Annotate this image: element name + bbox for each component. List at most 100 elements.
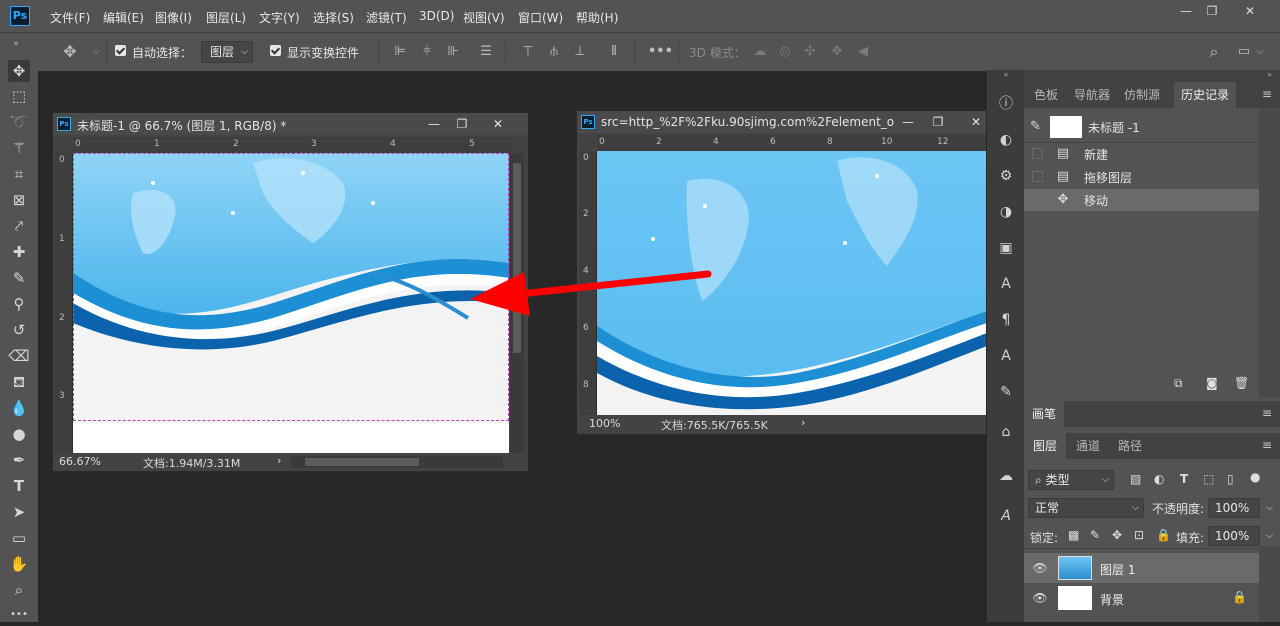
menu-help[interactable]: 帮助(H) <box>576 9 618 26</box>
history-item[interactable]: ▤ 拖移图层 <box>1024 166 1259 188</box>
menu-type[interactable]: 文字(Y) <box>259 9 300 26</box>
lock-image-icon[interactable]: ✎ <box>1090 528 1100 542</box>
magic-wand-tool-icon[interactable]: ⚚ <box>8 137 30 159</box>
paragraph-icon[interactable]: ¶ <box>996 310 1016 330</box>
move-tool-icon[interactable]: ✥ <box>62 44 78 60</box>
history-source-checkbox[interactable] <box>1032 148 1043 159</box>
3d-orbit-icon[interactable]: ☁ <box>752 44 768 60</box>
eye-icon[interactable]: 👁 <box>1032 561 1048 575</box>
more-options-icon[interactable]: ••• <box>648 44 673 60</box>
history-source-checkbox[interactable] <box>1032 194 1043 205</box>
history-item[interactable]: ▤ 新建 <box>1024 143 1259 165</box>
new-document-from-state-icon[interactable]: ⧉ <box>1174 376 1183 391</box>
chevron-down-icon[interactable]: ⌵ <box>1266 499 1273 517</box>
history-item-selected[interactable]: ✥ 移动 <box>1024 189 1259 211</box>
glyph-panel-icon[interactable]: A <box>996 506 1016 526</box>
lock-all-icon[interactable]: 🔒 <box>1156 528 1171 542</box>
zoom-level[interactable]: 100% <box>589 417 620 430</box>
eyedropper-tool-icon[interactable]: ⤤ <box>8 215 30 237</box>
search-icon[interactable]: ⌕ <box>1206 44 1222 60</box>
camera-icon[interactable]: ◙ <box>1206 376 1218 390</box>
filter-pixel-icon[interactable]: ▨ <box>1130 472 1141 486</box>
panel-menu-icon[interactable]: ≡ <box>1262 406 1272 420</box>
collapse-arrows-icon[interactable]: » <box>8 36 24 52</box>
tab-layers[interactable]: 图层 <box>1024 433 1066 459</box>
collapse-arrows-icon[interactable]: » <box>1024 70 1280 82</box>
scrollbar-thumb[interactable] <box>305 458 419 466</box>
blur-tool-icon[interactable]: 💧 <box>8 397 30 419</box>
tab-channels[interactable]: 通道 <box>1068 433 1108 459</box>
3d-pan-icon[interactable]: ✣ <box>802 44 818 60</box>
close-button[interactable]: ✕ <box>1236 4 1264 18</box>
layer-name[interactable]: 图层 1 <box>1100 561 1135 578</box>
lock-position-icon[interactable]: ✥ <box>1112 528 1122 542</box>
distribute-icon[interactable]: ☰ <box>478 44 494 60</box>
document-window-1[interactable]: Ps 未标题-1 @ 66.7% (图层 1, RGB/8) * — ❐ ✕ 0… <box>52 112 529 472</box>
opacity-input[interactable]: 100% ⌵ <box>1208 498 1273 518</box>
history-scrollbar[interactable] <box>1259 108 1280 398</box>
lasso-tool-icon[interactable]: ➰ <box>8 111 30 133</box>
brush-tool-icon[interactable]: ✎ <box>8 267 30 289</box>
type-tool-icon[interactable]: T <box>8 475 30 497</box>
blend-mode-dropdown[interactable]: 正常 ⌵ <box>1028 498 1144 518</box>
tab-navigator[interactable]: 导航器 <box>1068 82 1116 108</box>
marquee-tool-icon[interactable]: ⬚ <box>8 85 30 107</box>
menu-layer[interactable]: 图层(L) <box>206 9 246 26</box>
chevron-down-icon[interactable]: ⌵ <box>88 44 104 60</box>
align-right-icon[interactable]: ⊪ <box>445 44 461 60</box>
workspace-icon[interactable]: ▭ <box>1236 44 1252 60</box>
lock-transparent-icon[interactable]: ▩ <box>1068 528 1079 542</box>
tab-clone-source[interactable]: 仿制源 <box>1118 82 1166 108</box>
chevron-right-icon[interactable]: › <box>277 454 281 467</box>
pen-tool-icon[interactable]: ✒ <box>8 449 30 471</box>
chevron-right-icon[interactable]: › <box>801 416 805 429</box>
minimize-button[interactable]: — <box>899 113 917 131</box>
auto-select-checkbox[interactable] <box>115 45 126 56</box>
character-icon[interactable]: A <box>996 274 1016 294</box>
menu-window[interactable]: 窗口(W) <box>518 9 563 26</box>
document-title-bar[interactable]: Ps 未标题-1 @ 66.7% (图层 1, RGB/8) * — ❐ ✕ <box>53 113 528 135</box>
align-top-icon[interactable]: ⊤ <box>520 44 536 60</box>
auto-select-dropdown[interactable]: 图层 ⌵ <box>201 41 253 63</box>
trash-icon[interactable]: 🗑 <box>1234 376 1249 390</box>
color-icon[interactable]: ◐ <box>996 130 1016 150</box>
filter-type-icon[interactable]: T <box>1180 472 1188 486</box>
restore-button[interactable]: ❐ <box>929 113 947 131</box>
align-left-icon[interactable]: ⊫ <box>392 44 408 60</box>
filter-adjustment-icon[interactable]: ◐ <box>1154 472 1164 486</box>
properties-icon[interactable]: ⚙ <box>996 166 1016 186</box>
eraser-tool-icon[interactable]: ⌫ <box>8 345 30 367</box>
healing-brush-tool-icon[interactable]: ✚ <box>8 241 30 263</box>
close-button[interactable]: ✕ <box>489 115 507 133</box>
history-brush-source-icon[interactable]: ✎ <box>1030 119 1041 134</box>
info-icon[interactable]: ⓘ <box>996 94 1016 114</box>
move-tool-icon[interactable]: ✥ <box>8 60 30 82</box>
history-snapshot[interactable]: ✎ 未标题 -1 <box>1024 114 1259 140</box>
3d-roll-icon[interactable]: ◎ <box>777 44 793 60</box>
3d-scale-icon[interactable]: ◀ <box>855 44 871 60</box>
layer-row[interactable]: 👁 背景 🔒 <box>1024 583 1259 613</box>
brush-settings-icon[interactable]: ⌂ <box>996 422 1016 442</box>
align-bottom-icon[interactable]: ⊥ <box>572 44 588 60</box>
distribute-vertical-icon[interactable]: ⫴ <box>606 44 622 60</box>
glyphs-icon[interactable]: A <box>996 346 1016 366</box>
menu-select[interactable]: 选择(S) <box>313 9 354 26</box>
menu-edit[interactable]: 编辑(E) <box>103 9 144 26</box>
document-canvas[interactable] <box>73 153 509 453</box>
panel-menu-icon[interactable]: ≡ <box>1262 438 1272 452</box>
collapse-arrows-icon[interactable]: « <box>987 70 1025 80</box>
minimize-button[interactable]: — <box>425 115 443 133</box>
eye-icon[interactable]: 👁 <box>1032 591 1048 605</box>
path-selection-tool-icon[interactable]: ➤ <box>8 501 30 523</box>
chevron-down-icon[interactable]: ⌵ <box>1266 527 1273 545</box>
dodge-tool-icon[interactable]: ● <box>8 423 30 445</box>
layer-filter-kind-dropdown[interactable]: ⌕ 类型 ⌵ <box>1028 470 1114 490</box>
crop-tool-icon[interactable]: ⌗ <box>8 163 30 185</box>
libraries-icon[interactable]: ☁ <box>996 466 1016 486</box>
horizontal-scrollbar[interactable] <box>291 456 503 468</box>
clone-stamp-tool-icon[interactable]: ⚲ <box>8 293 30 315</box>
layers-scrollbar[interactable] <box>1259 546 1280 622</box>
photoshop-logo-icon[interactable]: Ps <box>10 6 30 26</box>
tab-swatches[interactable]: 色板 <box>1028 82 1064 108</box>
history-source-checkbox[interactable] <box>1032 171 1043 182</box>
